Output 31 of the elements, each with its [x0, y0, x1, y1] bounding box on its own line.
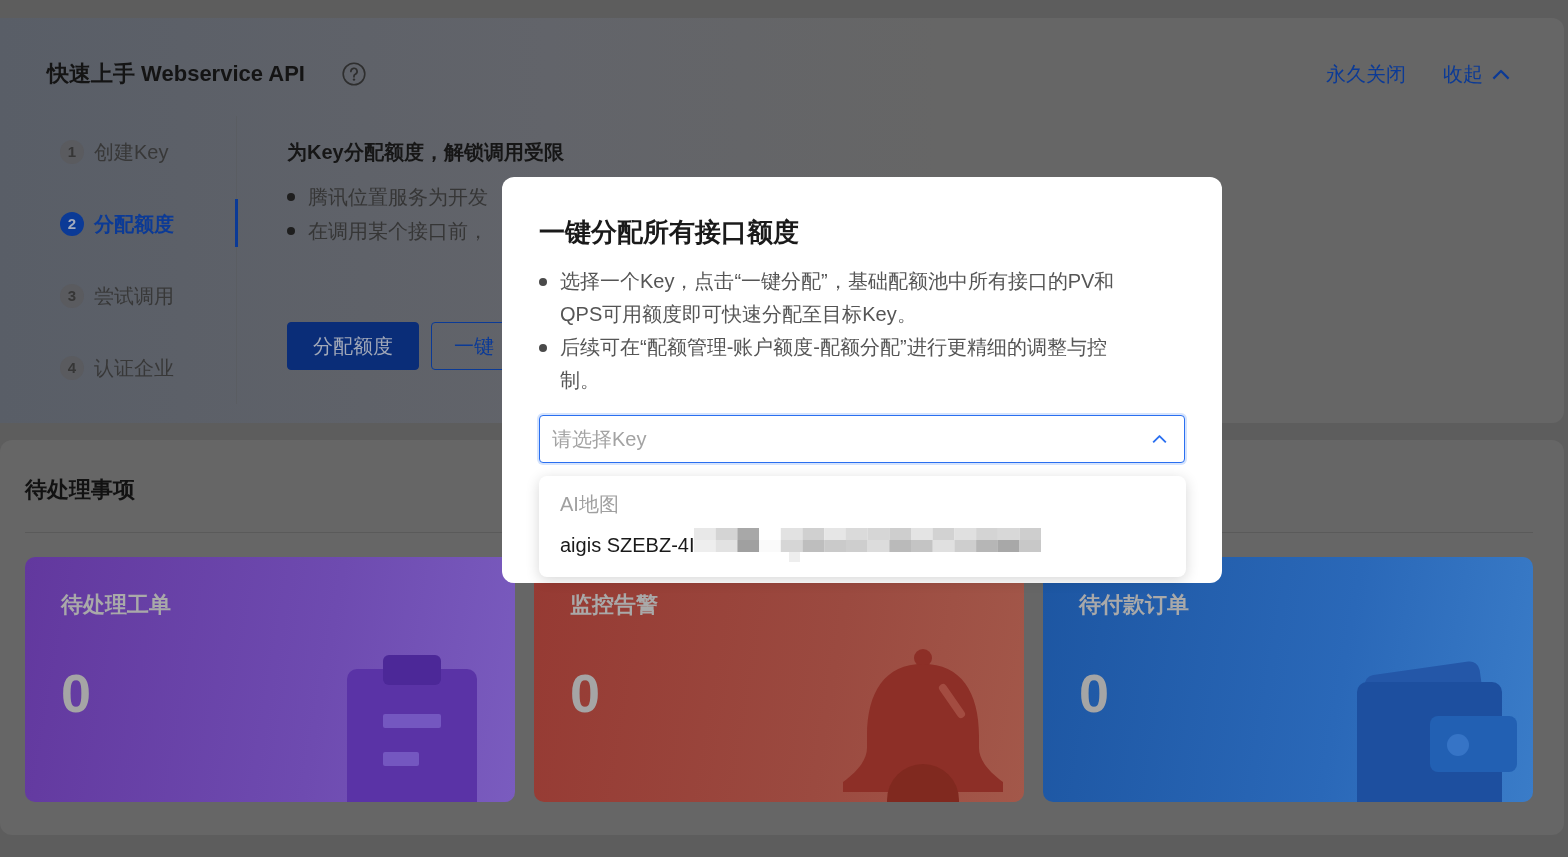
pending-card[interactable]: 待处理工单 0: [25, 557, 515, 802]
bullet-icon: [539, 278, 547, 286]
bullet-text: 选择一个Key，点击“一键分配”，基础配额池中所有接口的PV和QPS可用额度即可快速分配至目标Key。: [560, 269, 1116, 327]
bullet-icon: [287, 227, 295, 235]
card-count: 0: [1079, 666, 1110, 720]
bullet-icon: [287, 193, 295, 201]
clipboard-icon: [347, 655, 477, 802]
wallet-icon: [1357, 660, 1517, 802]
dismiss-link[interactable]: 永久关闭: [1326, 59, 1406, 89]
card-title: 监控告警: [570, 591, 658, 619]
step-tab[interactable]: 2 分配额度: [60, 188, 236, 260]
section-title: 待处理事项: [25, 477, 135, 502]
chevron-up-icon: [1492, 68, 1510, 80]
card-title: 待处理工单: [61, 591, 171, 619]
option-group-label: AI地图: [560, 492, 619, 517]
bullet-text: 后续可在“配额管理-账户额度-配额分配”进行更精细的调整与控制。: [560, 335, 1108, 393]
panel-title: 快速上手 Webservice API: [47, 60, 305, 88]
card-title: 待付款订单: [1079, 591, 1189, 619]
step-number-badge: 2: [60, 212, 84, 236]
bell-icon: [843, 648, 1003, 802]
help-icon[interactable]: [342, 62, 366, 86]
pending-card[interactable]: 待付款订单 0: [1043, 557, 1533, 802]
card-count: 0: [570, 666, 601, 720]
key-select-field[interactable]: 请选择Key: [539, 415, 1185, 463]
collapse-link[interactable]: 收起: [1443, 59, 1510, 89]
chevron-up-icon: [1152, 434, 1167, 444]
card-count: 0: [61, 666, 92, 720]
bullet-icon: [539, 344, 547, 352]
modal-title: 一键分配所有接口额度: [539, 216, 799, 249]
section-heading: 为Key分配额度，解锁调用受限: [287, 140, 564, 165]
allocate-quota-button[interactable]: 分配额度: [287, 322, 419, 370]
